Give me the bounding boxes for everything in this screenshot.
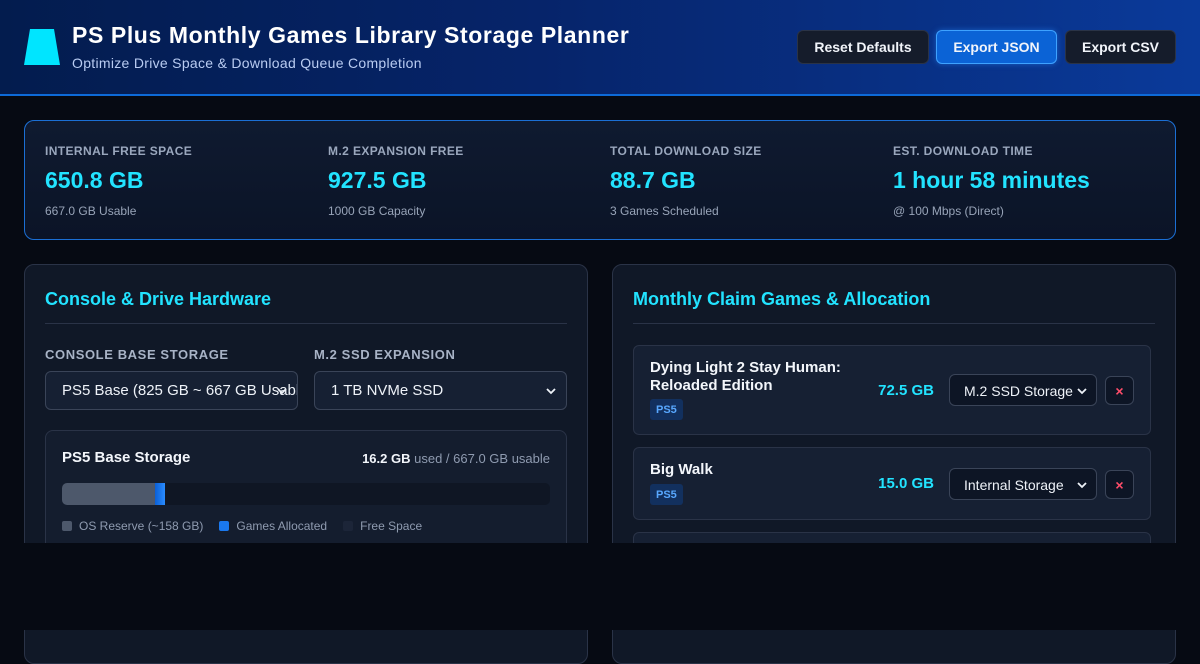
panel-title: Console & Drive Hardware <box>45 289 272 309</box>
chevron-down-icon <box>1077 482 1087 489</box>
console-storage-value: PS5 Base (825 GB ~ 667 GB Usable) <box>62 382 298 399</box>
legend-swatch <box>343 521 354 531</box>
stat-sub: @ 100 Mbps (Direct) <box>893 204 1004 218</box>
storage-title: PS5 Base Storage <box>62 449 191 466</box>
export-csv-button[interactable]: Export CSV <box>1065 30 1176 64</box>
storage-usage-bar <box>62 483 550 505</box>
m2-expansion-value: 1 TB NVMe SSD <box>331 382 444 399</box>
console-storage-select[interactable]: PS5 Base (825 GB ~ 667 GB Usable) <box>45 371 298 410</box>
game-row: Big Walk PS5 15.0 GB Internal Storage × <box>633 447 1151 520</box>
console-storage-label: Console Base Storage <box>45 347 229 362</box>
divider <box>633 323 1155 324</box>
app-title: PS Plus Monthly Games Library Storage Pl… <box>72 22 630 48</box>
playstation-logo-icon <box>24 29 60 65</box>
storage-usage: 16.2 GB used / 667.0 GB usable <box>362 451 550 466</box>
stat-value: 927.5 GB <box>328 167 427 193</box>
m2-expansion-label: M.2 SSD Expansion <box>314 347 456 362</box>
stat-label: Internal Free Space <box>45 144 193 158</box>
reset-defaults-button[interactable]: Reset Defaults <box>797 30 929 64</box>
legend-label: OS Reserve (~158 GB) <box>79 519 204 533</box>
storage-usage-suffix: used / 667.0 GB usable <box>414 451 550 466</box>
export-json-button[interactable]: Export JSON <box>936 30 1057 64</box>
allocation-select[interactable]: M.2 SSD Storage <box>949 374 1097 406</box>
remove-game-button[interactable]: × <box>1105 470 1134 499</box>
stat-sub: 3 Games Scheduled <box>610 204 719 218</box>
divider <box>45 323 567 324</box>
legend-games: Games Allocated <box>219 519 327 533</box>
storage-used-value: 16.2 GB <box>362 451 411 466</box>
stat-value: 88.7 GB <box>610 167 696 193</box>
stat-value: 1 hour 58 minutes <box>893 167 1090 193</box>
stat-label: Total Download Size <box>610 144 762 158</box>
app-subtitle: Optimize Drive Space & Download Queue Co… <box>72 55 422 71</box>
legend-swatch <box>62 521 72 531</box>
stat-total-download: Total Download Size 88.7 GB 3 Games Sche… <box>590 121 850 239</box>
allocation-value: Internal Storage <box>964 477 1064 493</box>
game-title: Dying Light 2 Stay Human: Reloaded Editi… <box>650 359 841 394</box>
game-size: 15.0 GB <box>878 475 934 492</box>
chevron-down-icon <box>546 388 556 395</box>
stat-label: Est. Download Time <box>893 144 1033 158</box>
storage-legend: OS Reserve (~158 GB) Games Allocated Fre… <box>62 519 422 533</box>
game-row: Dying Light 2 Stay Human: Reloaded Editi… <box>633 345 1151 435</box>
chevron-down-icon <box>1077 388 1087 395</box>
app-header: PS Plus Monthly Games Library Storage Pl… <box>0 0 1200 96</box>
legend-swatch <box>219 521 230 531</box>
page-bottom <box>0 543 1200 630</box>
games-allocated-segment <box>155 483 165 505</box>
platform-badge: PS5 <box>650 399 683 420</box>
legend-label: Games Allocated <box>236 519 328 533</box>
stat-sub: 1000 GB Capacity <box>328 204 426 218</box>
legend-free: Free Space <box>343 519 422 533</box>
remove-game-button[interactable]: × <box>1105 376 1134 405</box>
chevron-down-icon <box>277 388 287 395</box>
stat-label: M.2 Expansion Free <box>328 144 464 158</box>
game-size: 72.5 GB <box>878 382 934 399</box>
allocation-select[interactable]: Internal Storage <box>949 468 1097 500</box>
platform-badge: PS5 <box>650 484 683 505</box>
stat-m2-free: M.2 Expansion Free 927.5 GB 1000 GB Capa… <box>308 121 568 239</box>
legend-os: OS Reserve (~158 GB) <box>62 519 203 533</box>
stat-download-time: Est. Download Time 1 hour 58 minutes @ 1… <box>873 121 1173 239</box>
legend-label: Free Space <box>360 519 423 533</box>
game-title: Big Walk <box>650 461 713 478</box>
m2-expansion-select[interactable]: 1 TB NVMe SSD <box>314 371 567 410</box>
panel-title: Monthly Claim Games & Allocation <box>633 289 931 309</box>
stats-summary: Internal Free Space 650.8 GB 667.0 GB Us… <box>24 120 1176 240</box>
stat-sub: 667.0 GB Usable <box>45 204 137 218</box>
stat-internal-free: Internal Free Space 650.8 GB 667.0 GB Us… <box>25 121 285 239</box>
stat-value: 650.8 GB <box>45 167 144 193</box>
os-reserve-segment <box>62 483 155 505</box>
allocation-value: M.2 SSD Storage <box>964 383 1073 399</box>
